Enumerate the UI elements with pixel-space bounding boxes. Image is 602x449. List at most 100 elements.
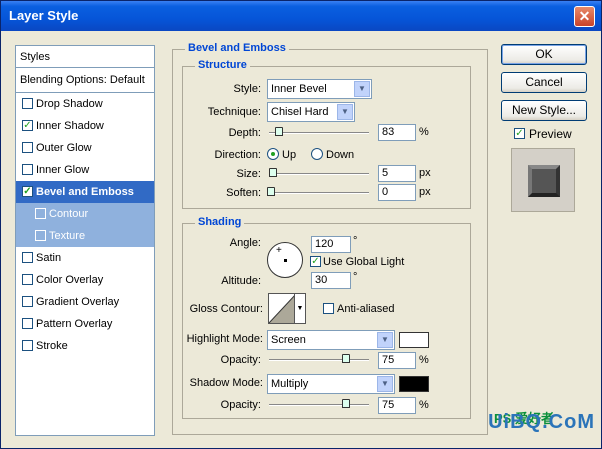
- altitude-input[interactable]: 30: [311, 272, 351, 289]
- style-item-checkbox[interactable]: [22, 252, 33, 263]
- style-item-checkbox[interactable]: [35, 208, 46, 219]
- soften-label: Soften:: [226, 187, 261, 199]
- size-slider-thumb[interactable]: [269, 168, 277, 177]
- depth-slider-thumb[interactable]: [275, 127, 283, 136]
- size-input[interactable]: 5: [378, 165, 416, 182]
- use-global-light-label: Use Global Light: [323, 256, 405, 268]
- style-select[interactable]: Inner Bevel ▼: [267, 79, 372, 99]
- gloss-contour-picker[interactable]: ▼: [268, 293, 306, 324]
- style-item-pattern-overlay[interactable]: Pattern Overlay: [16, 313, 154, 335]
- preview-checkbox[interactable]: ✓: [514, 128, 525, 139]
- angle-dial[interactable]: +: [267, 242, 303, 278]
- style-item-checkbox[interactable]: [22, 296, 33, 307]
- styles-header[interactable]: Styles: [16, 46, 154, 68]
- shadow-opacity-input[interactable]: 75: [378, 397, 416, 414]
- watermark-logo: UiBQ.CoM: [488, 411, 595, 433]
- style-item-label: Color Overlay: [36, 274, 104, 286]
- style-item-label: Drop Shadow: [36, 98, 103, 110]
- style-item-checkbox[interactable]: ✓: [22, 186, 33, 197]
- blending-options[interactable]: Blending Options: Default: [16, 68, 154, 93]
- highlight-opacity-thumb[interactable]: [342, 354, 350, 363]
- size-slider[interactable]: [269, 173, 369, 175]
- style-item-checkbox[interactable]: ✓: [22, 120, 33, 131]
- style-item-checkbox[interactable]: [22, 318, 33, 329]
- new-style-button[interactable]: New Style...: [501, 100, 587, 121]
- style-item-label: Inner Glow: [36, 164, 90, 176]
- depth-unit: %: [419, 126, 429, 138]
- style-item-inner-shadow[interactable]: ✓ Inner Shadow: [16, 115, 154, 137]
- anti-aliased-label: Anti-aliased: [337, 303, 395, 315]
- chevron-down-icon: ▼: [354, 81, 370, 97]
- highlight-opacity-label: Opacity:: [220, 354, 261, 366]
- soften-slider-thumb[interactable]: [267, 187, 275, 196]
- depth-input[interactable]: 83: [378, 124, 416, 141]
- chevron-down-icon: ▼: [377, 376, 393, 392]
- style-item-checkbox[interactable]: [22, 98, 33, 109]
- close-icon[interactable]: ✕: [574, 6, 595, 27]
- style-item-checkbox[interactable]: [22, 164, 33, 175]
- highlight-mode-label: Highlight Mode:: [186, 333, 263, 345]
- style-item-outer-glow[interactable]: Outer Glow: [16, 137, 154, 159]
- highlight-opacity-input[interactable]: 75: [378, 352, 416, 369]
- direction-down-radio[interactable]: [311, 148, 323, 160]
- depth-label: Depth:: [228, 127, 261, 139]
- highlight-opacity-unit: %: [419, 354, 429, 366]
- direction-down-label: Down: [326, 149, 355, 161]
- direction-up-radio[interactable]: [267, 148, 279, 160]
- style-item-label: Outer Glow: [36, 142, 92, 154]
- style-item-label: Satin: [36, 252, 62, 264]
- style-item-label: Gradient Overlay: [36, 296, 120, 308]
- depth-slider[interactable]: [269, 132, 369, 134]
- shadow-opacity-slider[interactable]: [269, 404, 369, 406]
- style-item-label: Inner Shadow: [36, 120, 104, 132]
- soften-input[interactable]: 0: [378, 184, 416, 201]
- style-item-drop-shadow[interactable]: Drop Shadow: [16, 93, 154, 115]
- use-global-light-checkbox[interactable]: ✓: [310, 256, 321, 267]
- style-item-color-overlay[interactable]: Color Overlay: [16, 269, 154, 291]
- soften-slider[interactable]: [269, 192, 369, 194]
- crosshair-icon: +: [276, 245, 282, 256]
- angle-input[interactable]: 120: [311, 236, 351, 253]
- shadow-opacity-unit: %: [419, 399, 429, 411]
- window-title: Layer Style: [9, 8, 79, 23]
- style-preview-thumbnail: [511, 148, 575, 212]
- highlight-opacity-slider[interactable]: [269, 359, 369, 361]
- style-item-gradient-overlay[interactable]: Gradient Overlay: [16, 291, 154, 313]
- title-bar: Layer Style ✕: [1, 1, 601, 31]
- style-item-checkbox[interactable]: [22, 274, 33, 285]
- ok-button[interactable]: OK: [501, 44, 587, 65]
- cancel-button[interactable]: Cancel: [501, 72, 587, 93]
- shadow-opacity-thumb[interactable]: [342, 399, 350, 408]
- technique-label: Technique:: [207, 106, 261, 118]
- style-label: Style:: [233, 83, 261, 95]
- technique-select[interactable]: Chisel Hard ▼: [267, 102, 355, 122]
- direction-label: Direction:: [214, 149, 261, 161]
- style-item-satin[interactable]: Satin: [16, 247, 154, 269]
- angle-unit: °: [353, 235, 358, 247]
- shadow-opacity-label: Opacity:: [220, 399, 261, 411]
- structure-title: Structure: [195, 59, 250, 71]
- style-item-label: Bevel and Emboss: [36, 186, 134, 198]
- shadow-mode-select[interactable]: Multiply ▼: [267, 374, 395, 394]
- style-item-texture[interactable]: Texture: [16, 225, 154, 247]
- style-item-label: Contour: [49, 208, 89, 220]
- highlight-color-swatch[interactable]: [399, 332, 429, 348]
- style-item-checkbox[interactable]: [22, 340, 33, 351]
- style-item-stroke[interactable]: Stroke: [16, 335, 154, 357]
- bevel-title: Bevel and Emboss: [185, 42, 289, 54]
- altitude-label: Altitude:: [221, 275, 261, 287]
- anti-aliased-checkbox[interactable]: [323, 303, 334, 314]
- style-item-contour[interactable]: Contour: [16, 203, 154, 225]
- angle-label: Angle:: [229, 237, 261, 249]
- style-item-label: Pattern Overlay: [36, 318, 113, 330]
- soften-unit: px: [419, 186, 431, 198]
- style-item-checkbox[interactable]: [22, 142, 33, 153]
- style-item-label: Texture: [49, 230, 86, 242]
- highlight-mode-select[interactable]: Screen ▼: [267, 330, 395, 350]
- shadow-color-swatch[interactable]: [399, 376, 429, 392]
- style-item-label: Stroke: [36, 340, 68, 352]
- style-item-checkbox[interactable]: [35, 230, 46, 241]
- chevron-down-icon: ▼: [294, 294, 305, 323]
- style-item-bevel-and-emboss[interactable]: ✓ Bevel and Emboss: [16, 181, 154, 203]
- style-item-inner-glow[interactable]: Inner Glow: [16, 159, 154, 181]
